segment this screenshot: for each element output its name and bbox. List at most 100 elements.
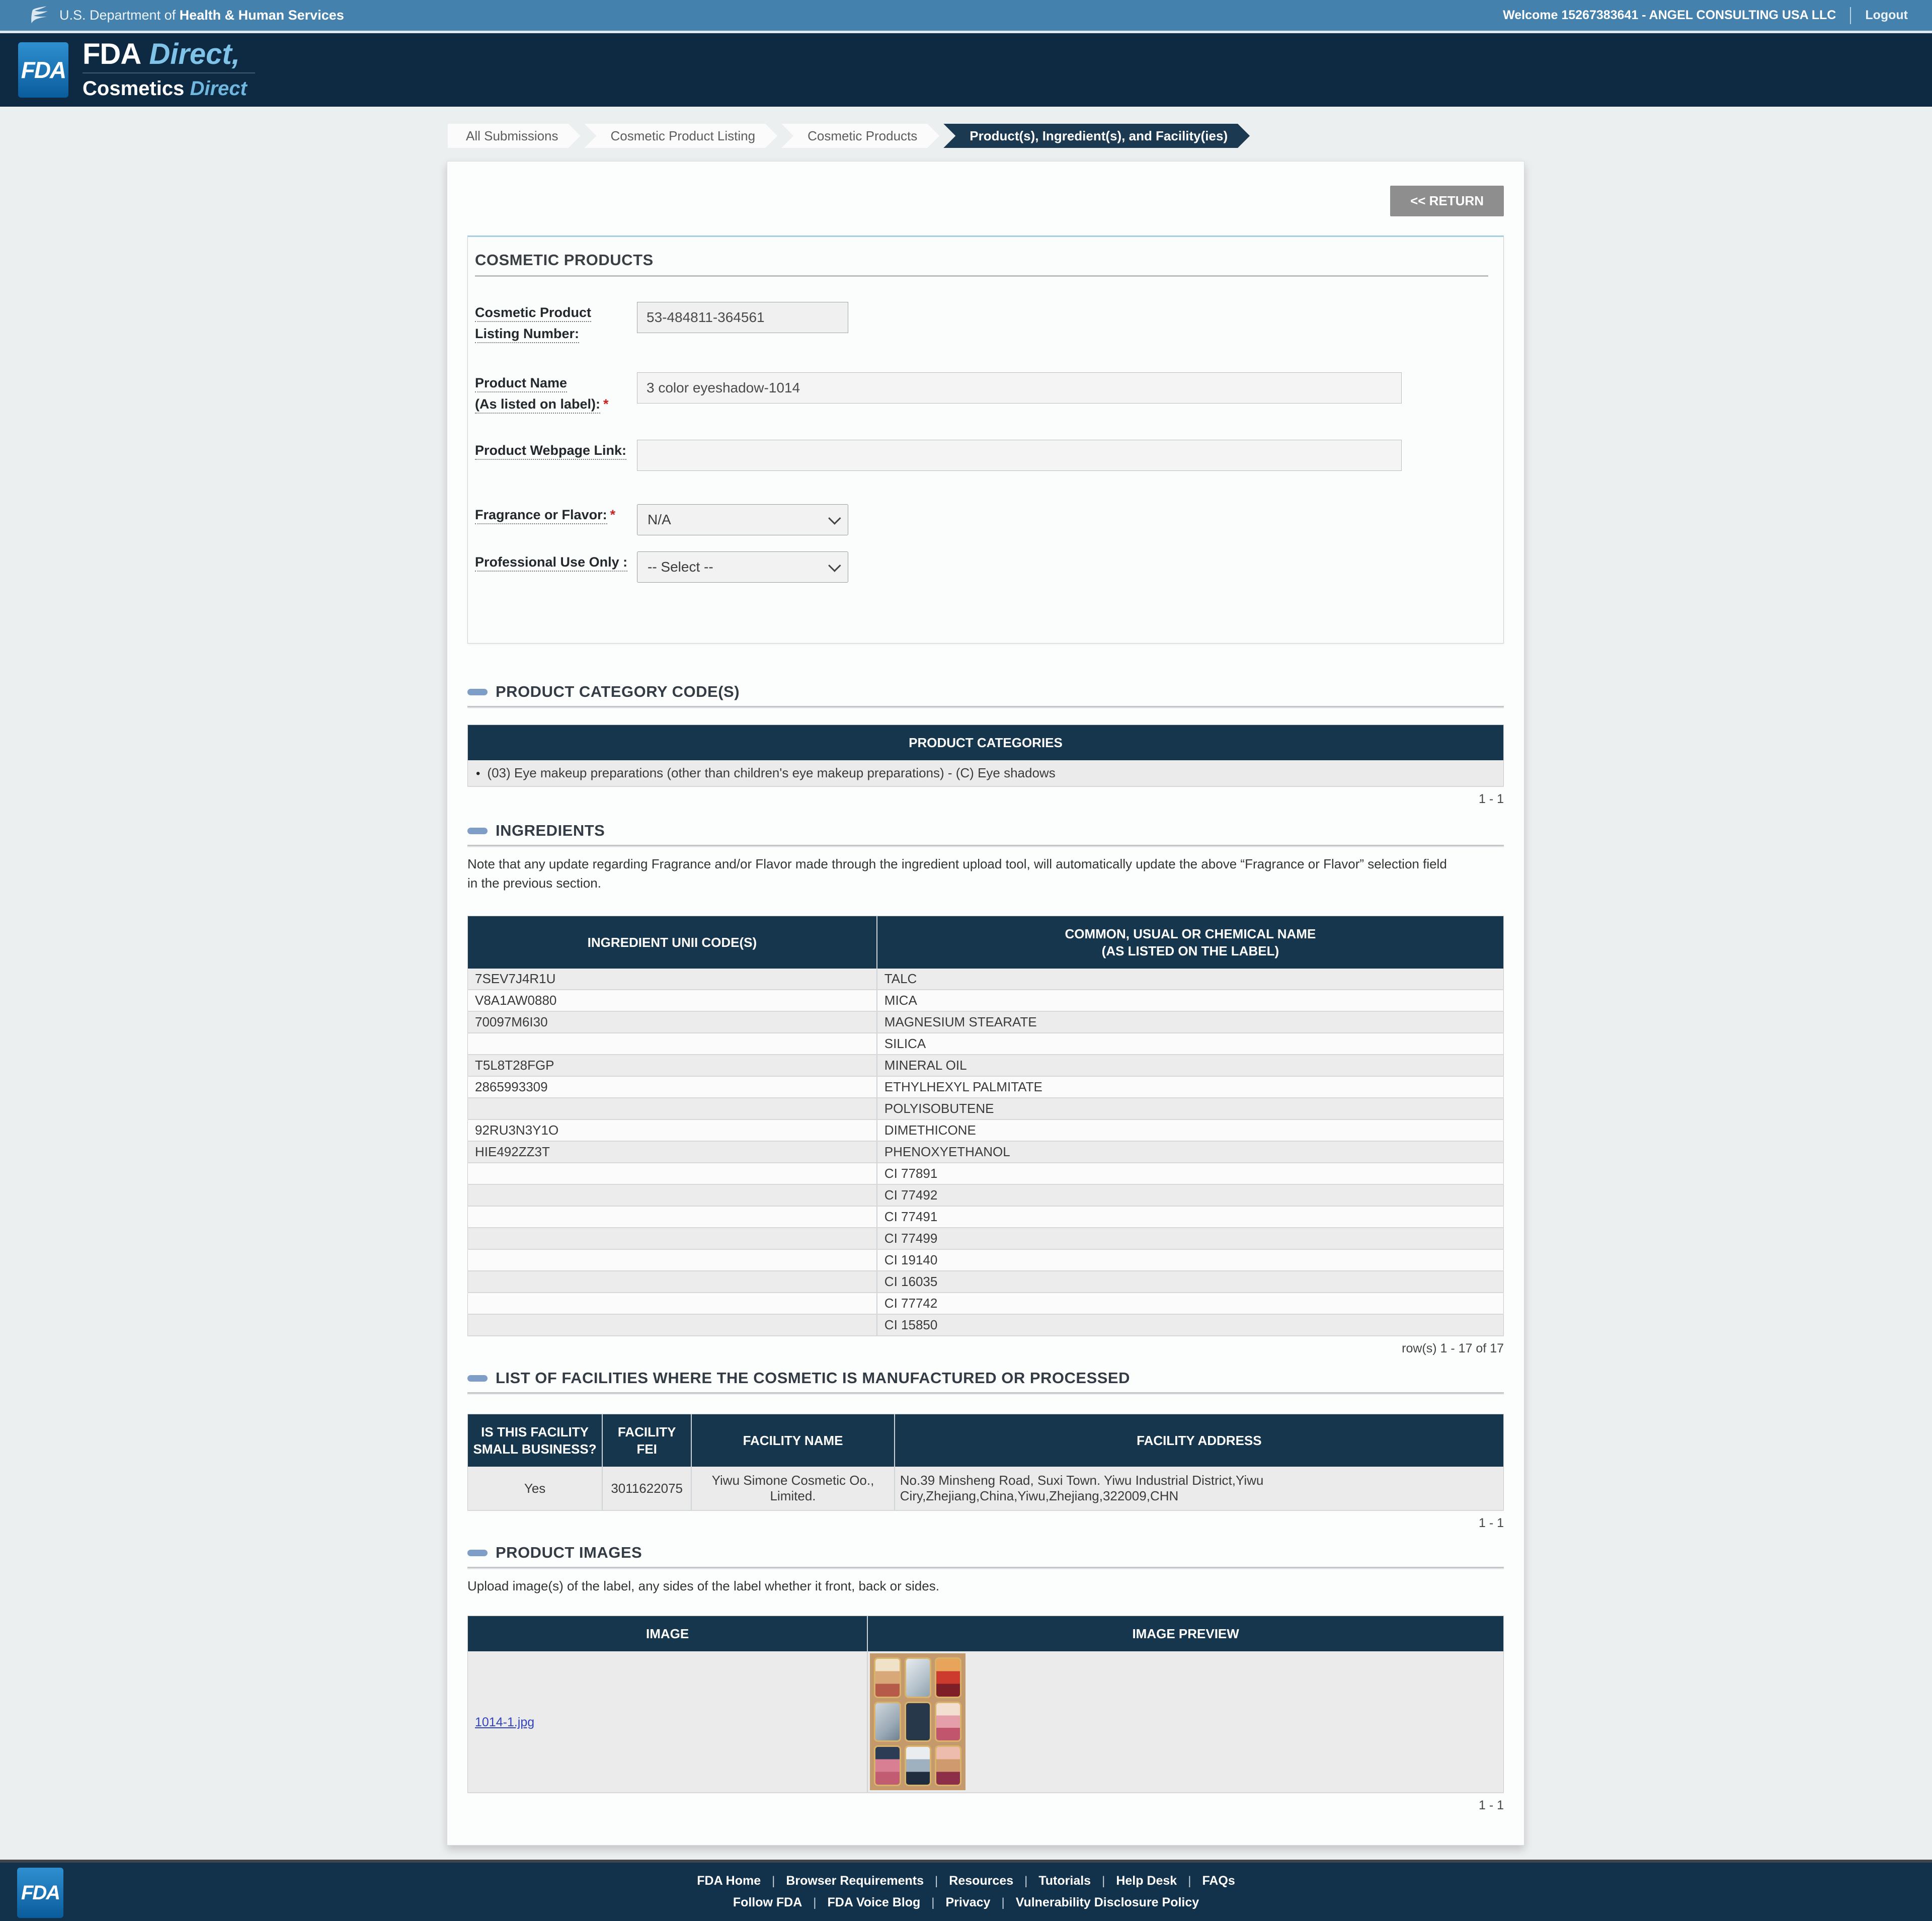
main-panel: << RETURN COSMETIC PRODUCTS Cosmetic Pro… [447,161,1524,1846]
facilities-section-header: LIST OF FACILITIES WHERE THE COSMETIC IS… [467,1369,1504,1394]
footer-link-divider: | [1024,1874,1027,1888]
fda-logo-footer: FDA [17,1868,63,1918]
table-row: 92RU3N3Y1ODIMETHICONE [468,1119,1504,1141]
breadcrumb-product-ingredient-facility[interactable]: Product(s), Ingredient(s), and Facility(… [943,124,1250,148]
header-divider [1850,7,1851,24]
footer-link-tutorials[interactable]: Tutorials [1038,1874,1091,1888]
professional-use-select[interactable]: -- Select -- [637,551,848,583]
image-file-link[interactable]: 1014-1.jpg [475,1715,534,1729]
table-row: 2865993309ETHYLHEXYL PALMITATE [468,1076,1504,1098]
fragrance-flavor-select[interactable]: N/A [637,504,848,535]
cosmetic-products-box: COSMETIC PRODUCTS Cosmetic Product Listi… [467,235,1504,644]
facility-name-column-header: FACILITY NAME [691,1414,895,1467]
footer-link-divider: | [931,1896,934,1910]
table-row: CI 19140 [468,1249,1504,1271]
app-subtitle: Cosmetics Direct [83,73,255,101]
footer-link-divider: | [813,1896,816,1910]
table-row: •(03) Eye makeup preparations (other tha… [468,760,1504,786]
required-asterisk: * [603,396,609,412]
table-row: V8A1AW0880MICA [468,990,1504,1011]
table-row: T5L8T28FGPMINERAL OIL [468,1055,1504,1076]
table-row: CI 77492 [468,1184,1504,1206]
product-categories-header: PRODUCT CATEGORIES [468,725,1504,761]
table-row: CI 77499 [468,1228,1504,1249]
required-asterisk: * [610,507,616,522]
footer-link-divider: | [1188,1874,1191,1888]
footer-link-divider: | [772,1874,775,1888]
cosmetic-products-title: COSMETIC PRODUCTS [475,251,1488,277]
app-header: FDA FDA Direct, Cosmetics Direct [0,33,1932,107]
listing-number-input[interactable] [637,302,848,333]
images-pagination: 1 - 1 [467,1798,1504,1813]
footer-links-row-2: Follow FDA | FDA Voice Blog | Privacy | … [733,1895,1199,1910]
fda-logo: FDA [18,42,68,98]
webpage-link-input[interactable] [637,440,1402,471]
breadcrumb: All Submissions Cosmetic Product Listing… [448,124,1932,148]
collapse-minus-icon[interactable] [467,1375,488,1382]
footer-link-fda-home[interactable]: FDA Home [697,1874,761,1888]
product-name-label: Product Name (As listed on label):* [475,372,637,415]
footer-links-row-1: FDA Home | Browser Requirements | Resour… [697,1874,1235,1888]
small-business-column-header: IS THIS FACILITY SMALL BUSINESS? [468,1414,603,1467]
breadcrumb-all-submissions[interactable]: All Submissions [448,124,581,148]
footer-link-resources[interactable]: Resources [949,1874,1013,1888]
table-row: CI 77742 [468,1293,1504,1314]
footer-link-divider: | [935,1874,938,1888]
ingredients-section-header: INGREDIENTS [467,822,1504,846]
logout-link[interactable]: Logout [1865,8,1908,23]
breadcrumb-cosmetic-products[interactable]: Cosmetic Products [781,124,939,148]
facilities-pagination: 1 - 1 [467,1516,1504,1531]
image-preview-column-header: IMAGE PREVIEW [867,1616,1503,1652]
product-image-thumbnail [870,1653,965,1790]
welcome-text: Welcome 15267383641 - ANGEL CONSULTING U… [1503,8,1836,23]
bullet-icon: • [476,767,480,781]
footer-link-faqs[interactable]: FAQs [1202,1874,1235,1888]
product-name-input[interactable] [637,372,1402,404]
collapse-minus-icon[interactable] [467,689,488,695]
listing-number-label: Cosmetic Product Listing Number: [475,302,637,344]
table-row: 1014-1.jpg [468,1651,1504,1793]
footer-link-divider: | [1102,1874,1105,1888]
table-row: SILICA [468,1033,1504,1055]
chevron-down-icon [828,512,841,524]
footer-link-fda-voice-blog[interactable]: FDA Voice Blog [828,1895,921,1910]
hhs-dept-text: U.S. Department of Health & Human Servic… [59,8,344,23]
webpage-link-label: Product Webpage Link: [475,440,637,461]
hhs-eagle-icon [28,5,50,27]
ingredients-note: Note that any update regarding Fragrance… [467,854,1504,893]
facility-address-column-header: FACILITY ADDRESS [895,1414,1504,1467]
product-categories-table: PRODUCT CATEGORIES •(03) Eye makeup prep… [467,725,1504,787]
table-row: 7SEV7J4R1UTALC [468,969,1504,990]
chemical-name-column-header: COMMON, USUAL OR CHEMICAL NAME (AS LISTE… [877,916,1504,969]
footer-link-follow-fda[interactable]: Follow FDA [733,1895,802,1910]
collapse-minus-icon[interactable] [467,1550,488,1556]
fragrance-flavor-label: Fragrance or Flavor:* [475,504,637,525]
breadcrumb-cosmetic-product-listing[interactable]: Cosmetic Product Listing [585,124,778,148]
app-title: FDA Direct, [83,39,255,73]
table-row: CI 15850 [468,1314,1504,1336]
footer-link-browser-requirements[interactable]: Browser Requirements [786,1874,924,1888]
ingredients-table: INGREDIENT UNII CODE(S) COMMON, USUAL OR… [467,916,1504,1336]
fei-column-header: FACILITY FEI [602,1414,691,1467]
table-row: POLYISOBUTENE [468,1098,1504,1119]
table-row: Yes 3011622075 Yiwu Simone Cosmetic Oo.,… [468,1467,1504,1510]
facilities-table: IS THIS FACILITY SMALL BUSINESS? FACILIT… [467,1414,1504,1511]
professional-use-label: Professional Use Only : [475,551,637,573]
footer-link-help-desk[interactable]: Help Desk [1116,1874,1177,1888]
footer-link-privacy[interactable]: Privacy [946,1895,991,1910]
footer-link-divider: | [1001,1896,1004,1910]
product-images-table: IMAGE IMAGE PREVIEW 1014-1.jpg [467,1616,1504,1793]
page-footer: FDA FDA Home | Browser Requirements | Re… [0,1860,1932,1921]
table-row: CI 77891 [468,1163,1504,1184]
table-row: HIE492ZZ3TPHENOXYETHANOL [468,1141,1504,1163]
product-images-note: Upload image(s) of the label, any sides … [467,1576,1504,1595]
return-button[interactable]: << RETURN [1390,186,1504,216]
collapse-minus-icon[interactable] [467,828,488,834]
chevron-down-icon [828,559,841,572]
image-column-header: IMAGE [468,1616,868,1652]
table-row: CI 77491 [468,1206,1504,1228]
product-images-section-header: PRODUCT IMAGES [467,1544,1504,1568]
product-category-section-header: PRODUCT CATEGORY CODE(S) [467,683,1504,707]
categories-pagination: 1 - 1 [467,792,1504,807]
footer-link-vulnerability-disclosure[interactable]: Vulnerability Disclosure Policy [1016,1895,1199,1910]
